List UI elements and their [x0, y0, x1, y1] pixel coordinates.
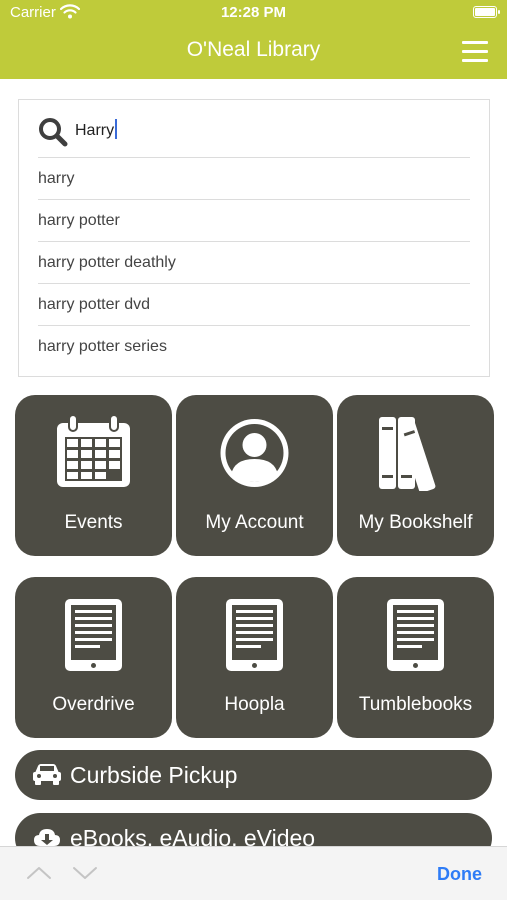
search-icon: [38, 117, 68, 152]
events-tile[interactable]: Events: [15, 395, 172, 556]
suggestion-item[interactable]: harry: [38, 157, 470, 199]
ereader-icon: [15, 597, 172, 673]
suggestion-item[interactable]: harry potter deathly: [38, 241, 470, 283]
keyboard-toolbar: Done: [0, 846, 507, 900]
hoopla-tile[interactable]: Hoopla: [176, 577, 333, 738]
chevron-up-icon[interactable]: [26, 865, 52, 886]
battery-icon: [473, 6, 500, 18]
my-account-tile[interactable]: My Account: [176, 395, 333, 556]
curbside-pickup-button[interactable]: Curbside Pickup: [15, 750, 492, 800]
menu-button[interactable]: [462, 41, 488, 63]
suggestion-item[interactable]: harry potter series: [38, 325, 470, 367]
tile-label: My Bookshelf: [358, 512, 473, 533]
ereader-icon: [176, 597, 333, 673]
done-button[interactable]: Done: [437, 864, 482, 885]
account-icon: [176, 415, 333, 491]
wide-button-label: Curbside Pickup: [70, 762, 238, 788]
search-input-value: Harry: [75, 122, 115, 139]
suggestion-item[interactable]: harry potter: [38, 199, 470, 241]
tile-label: Tumblebooks: [358, 694, 473, 715]
tile-label: Overdrive: [52, 694, 135, 715]
overdrive-tile[interactable]: Overdrive: [15, 577, 172, 738]
search-input[interactable]: Harry: [75, 119, 455, 143]
tumblebooks-tile[interactable]: Tumblebooks: [337, 577, 494, 738]
tile-label: My Account: [205, 512, 304, 533]
suggestion-item[interactable]: harry potter dvd: [38, 283, 470, 325]
bookshelf-icon: [337, 415, 494, 493]
status-time: 12:28 PM: [220, 4, 287, 21]
text-cursor: [115, 119, 118, 139]
app-header: Carrier 12:28 PM O'Neal Library: [0, 0, 507, 79]
ereader-icon: [337, 597, 494, 673]
page-title: O'Neal Library: [186, 38, 321, 61]
search-panel: Harry harry harry potter harry potter de…: [18, 99, 490, 377]
tile-label: Hoopla: [224, 694, 285, 715]
car-icon: [32, 763, 62, 792]
search-bar: Harry: [19, 100, 489, 157]
hamburger-icon: [462, 41, 488, 44]
suggestion-list: harry harry potter harry potter deathly …: [38, 157, 470, 367]
tile-label: Events: [64, 512, 123, 533]
calendar-icon: [15, 414, 172, 491]
chevron-down-icon[interactable]: [72, 865, 98, 886]
status-bar: Carrier 12:28 PM: [0, 0, 507, 28]
my-bookshelf-tile[interactable]: My Bookshelf: [337, 395, 494, 556]
